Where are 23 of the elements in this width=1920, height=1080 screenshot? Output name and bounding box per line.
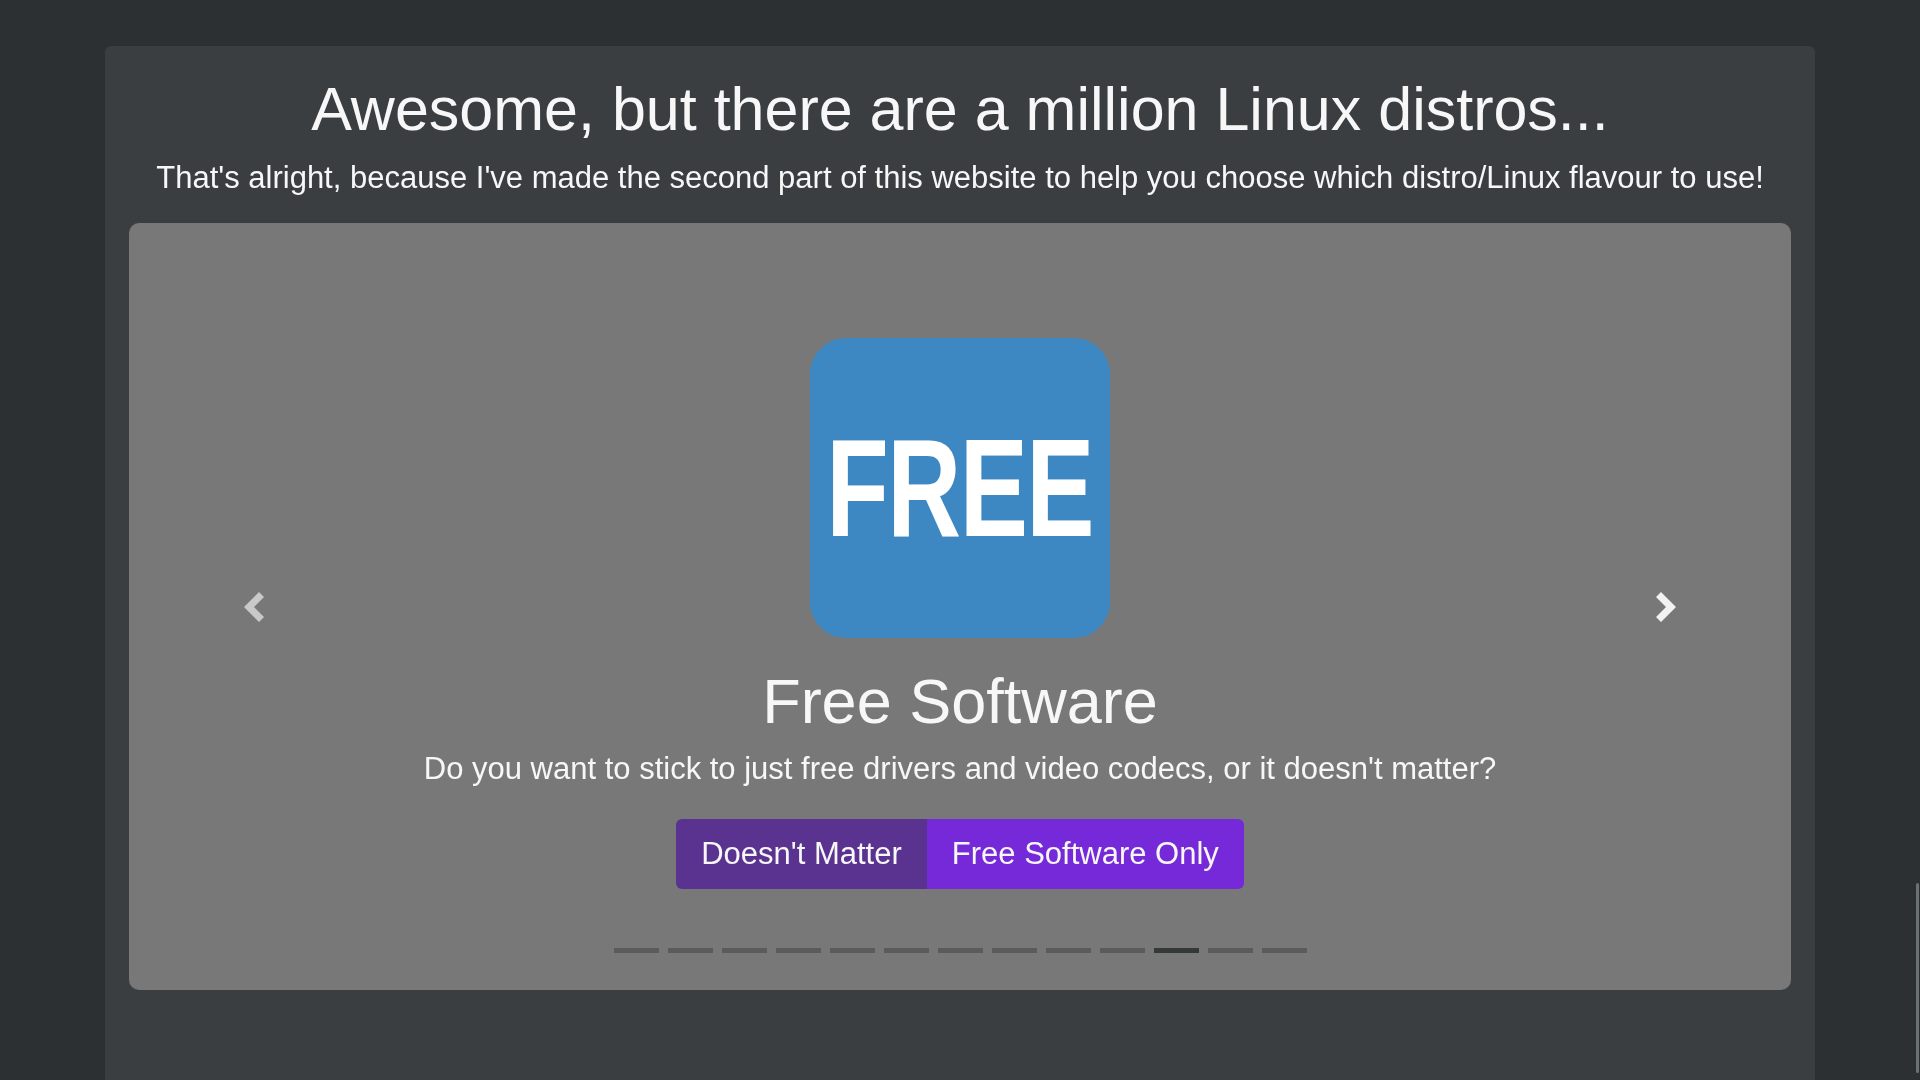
slide-indicator[interactable] — [721, 948, 767, 953]
free-badge: FREE — [810, 338, 1110, 638]
page-subtitle: That's alright, because I've made the second part of this website to help you choose which distro/Linux flavour to use! — [156, 159, 1764, 196]
slide-indicator[interactable] — [829, 948, 875, 953]
slide-indicator[interactable] — [1207, 948, 1253, 953]
slide-indicator[interactable] — [937, 948, 983, 953]
slide-indicator[interactable] — [991, 948, 1037, 953]
choice-button[interactable]: Doesn't Matter — [676, 819, 927, 889]
slide-indicator[interactable] — [667, 948, 713, 953]
chevron-right-icon — [1656, 592, 1676, 622]
slide-indicator[interactable] — [1099, 948, 1145, 953]
slide-indicator[interactable] — [1045, 948, 1091, 953]
chevron-left-icon — [244, 592, 264, 622]
slide-question: Do you want to stick to just free drivers and video codecs, or it doesn't matter? — [423, 751, 1497, 787]
slide-indicator[interactable] — [1153, 948, 1199, 953]
slide-indicator[interactable] — [775, 948, 821, 953]
choice-button[interactable]: Free Software Only — [926, 819, 1244, 889]
slide-title: Free Software — [762, 665, 1158, 737]
scrollbar-thumb[interactable] — [1916, 883, 1919, 1073]
slide-indicator[interactable] — [1261, 948, 1307, 953]
slide-indicator[interactable] — [883, 948, 929, 953]
page-title: Awesome, but there are a million Linux distros... — [311, 74, 1609, 145]
slide-indicator[interactable] — [613, 948, 659, 953]
